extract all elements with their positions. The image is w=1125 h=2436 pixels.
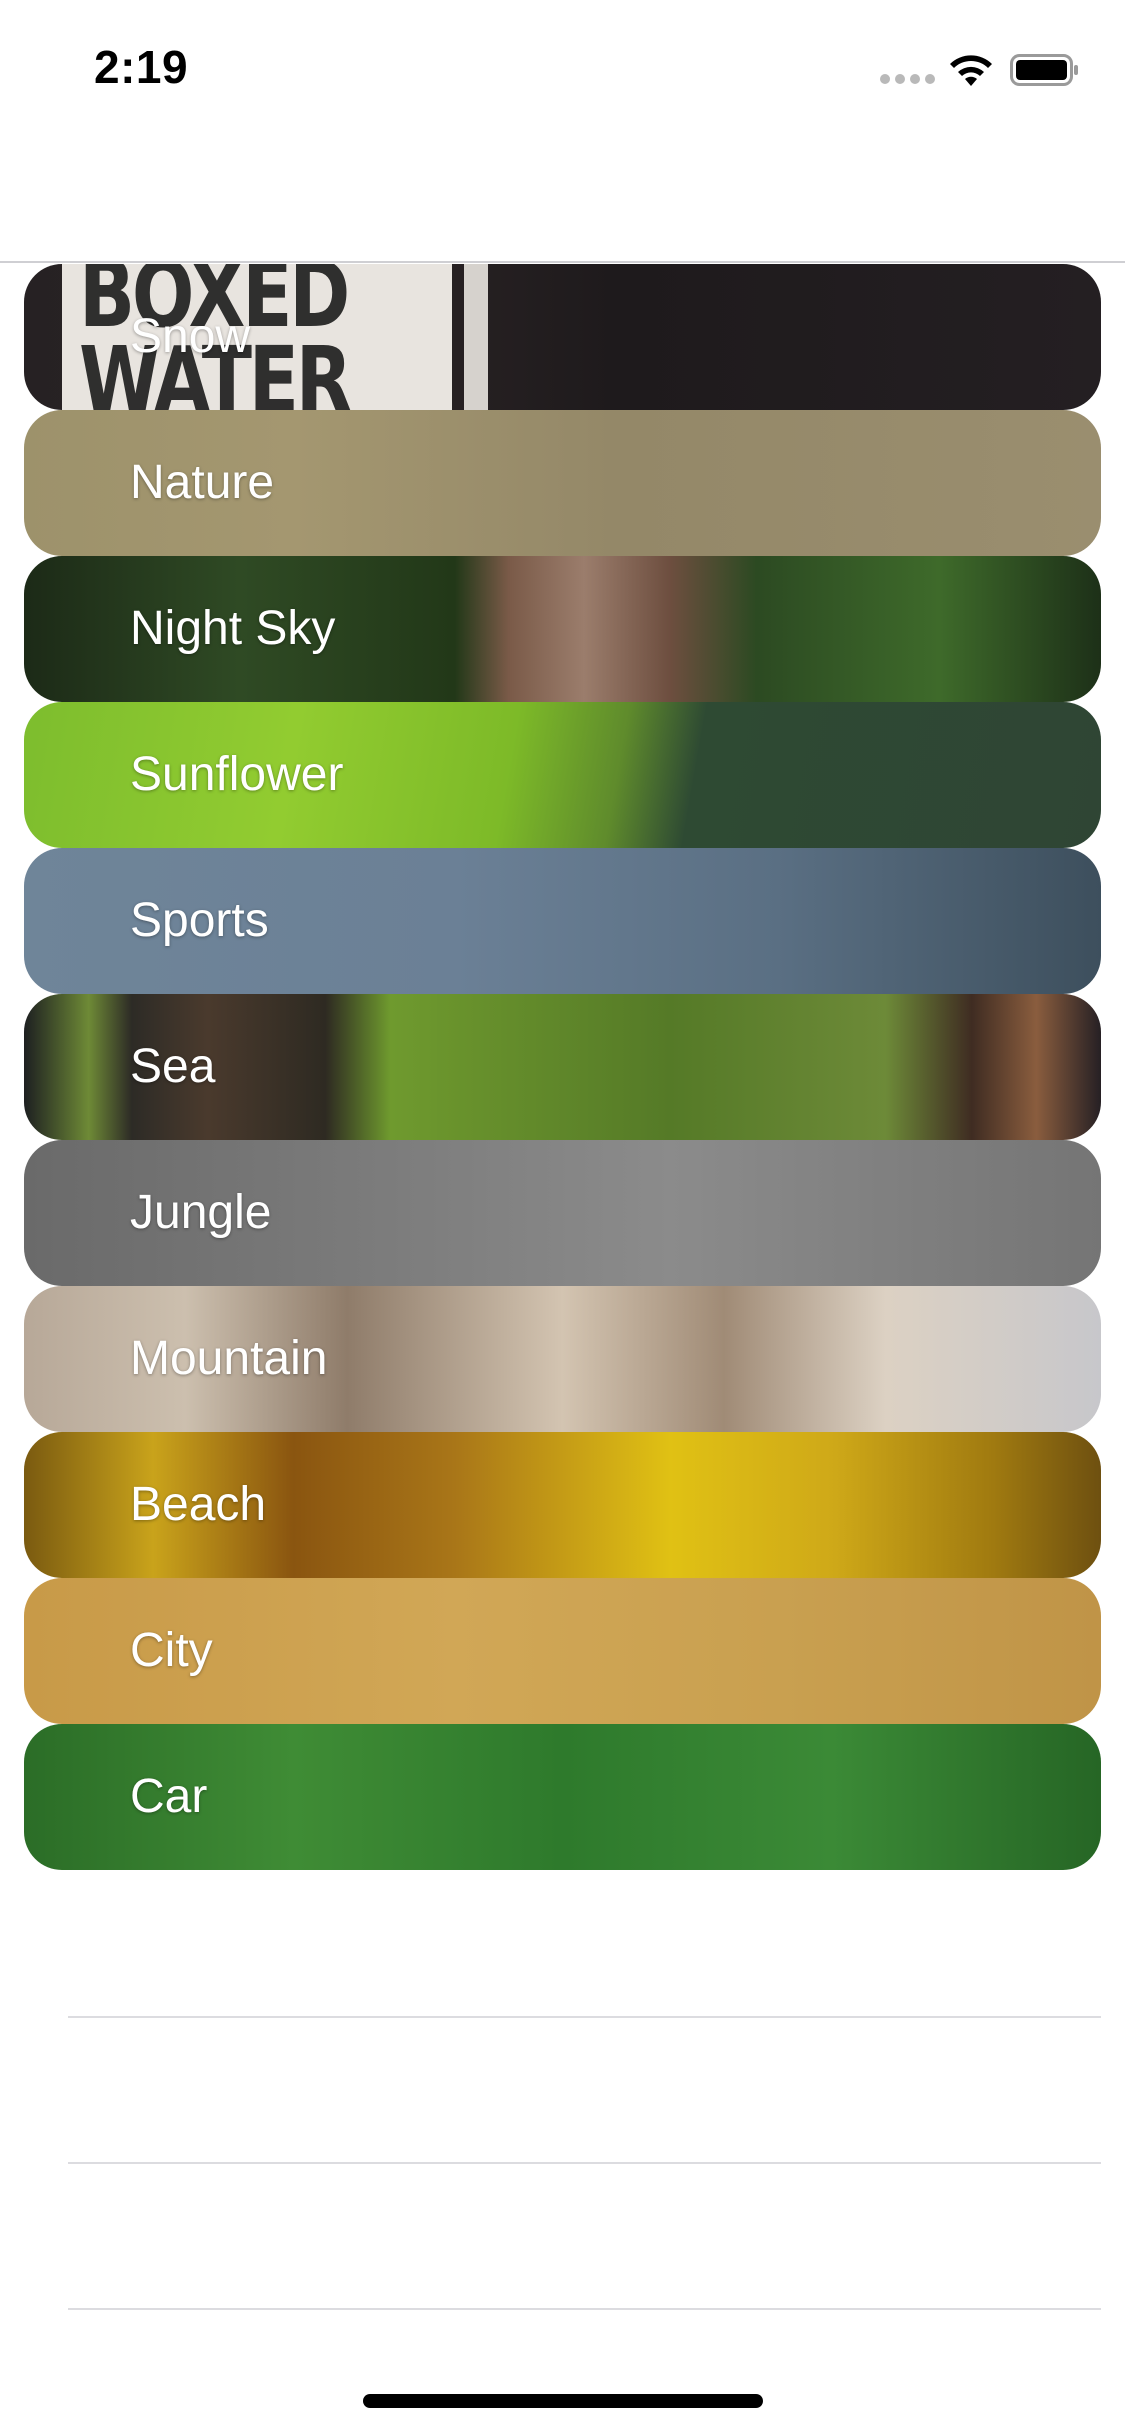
category-label: City bbox=[130, 1624, 213, 1677]
category-cell-jungle[interactable]: Jungle bbox=[24, 1140, 1101, 1286]
empty-row bbox=[0, 2164, 1125, 2310]
category-cell-city[interactable]: City bbox=[24, 1578, 1101, 1724]
empty-table-rows bbox=[0, 1874, 1125, 2354]
navigation-bar bbox=[0, 132, 1125, 263]
category-cell-car[interactable]: Car bbox=[24, 1724, 1101, 1870]
category-label: Jungle bbox=[130, 1186, 272, 1239]
category-cell-sunflower[interactable]: Sunflower bbox=[24, 702, 1101, 848]
status-bar: 2:19 bbox=[0, 0, 1125, 132]
category-cell-mountain[interactable]: Mountain bbox=[24, 1286, 1101, 1432]
screen: 2:19 BOXED WATER Snow Nature Night Sky S… bbox=[0, 0, 1125, 2436]
home-indicator[interactable] bbox=[363, 2394, 763, 2408]
category-cell-beach[interactable]: Beach bbox=[24, 1432, 1101, 1578]
category-label: Mountain bbox=[130, 1332, 328, 1385]
category-list: BOXED WATER Snow Nature Night Sky Sunflow… bbox=[24, 264, 1101, 1870]
category-label: Snow bbox=[130, 310, 251, 363]
category-label: Nature bbox=[130, 456, 275, 509]
category-cell-sports[interactable]: Sports bbox=[24, 848, 1101, 994]
row-separator bbox=[68, 2308, 1101, 2310]
wifi-icon bbox=[950, 55, 992, 86]
category-label: Sunflower bbox=[130, 748, 344, 801]
category-label: Sea bbox=[130, 1040, 216, 1093]
signal-dots-icon bbox=[880, 74, 936, 84]
category-label: Car bbox=[130, 1770, 208, 1823]
category-label: Night Sky bbox=[130, 602, 336, 655]
empty-row bbox=[0, 2018, 1125, 2164]
category-cell-sea[interactable]: Sea bbox=[24, 994, 1101, 1140]
category-label: Sports bbox=[130, 894, 269, 947]
category-cell-snow[interactable]: BOXED WATER Snow bbox=[24, 264, 1101, 410]
category-label: Beach bbox=[130, 1478, 267, 1531]
empty-row bbox=[0, 1874, 1125, 2020]
battery-icon bbox=[1010, 54, 1078, 86]
category-cell-nature[interactable]: Nature bbox=[24, 410, 1101, 556]
category-cell-night-sky[interactable]: Night Sky bbox=[24, 556, 1101, 702]
status-time: 2:19 bbox=[94, 41, 189, 93]
